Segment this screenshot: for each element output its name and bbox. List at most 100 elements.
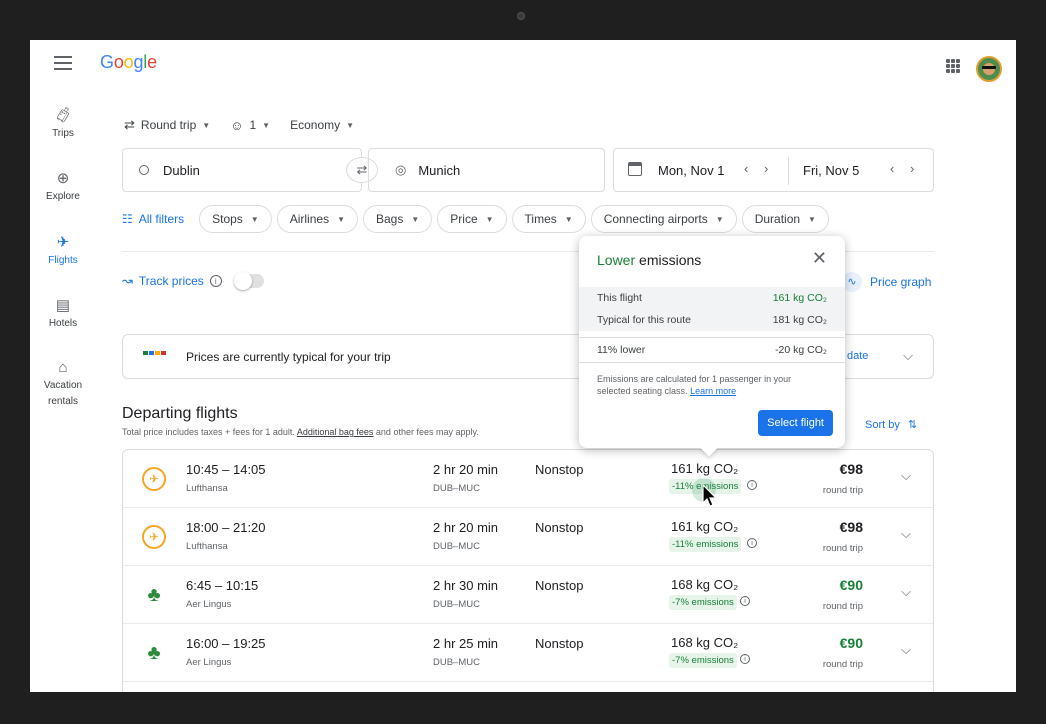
caret-down-icon: ▼ xyxy=(564,214,573,224)
nav-flights[interactable]: ✈ Flights xyxy=(30,233,96,266)
airplane-icon: ✈ xyxy=(56,234,70,251)
flight-stops: Nonstop xyxy=(535,636,584,651)
trip-type-select[interactable]: ⇄ Round trip ▼ xyxy=(124,117,210,133)
nav-label: Explore xyxy=(46,191,80,202)
swap-arrows-icon: ⇄ xyxy=(124,117,135,132)
trip-options: ⇄ Round trip ▼ ☺ 1 ▼ Economy ▼ xyxy=(124,117,368,133)
popup-title-rest: emissions xyxy=(635,252,702,268)
airline-name: Lufthansa xyxy=(186,541,228,552)
all-filters-button[interactable]: ☷ All filters xyxy=(122,212,184,226)
chevron-down-icon[interactable]: ⌵ xyxy=(901,526,911,542)
filter-chip-stops[interactable]: Stops ▼ xyxy=(199,205,272,233)
filter-chip-times[interactable]: Times ▼ xyxy=(511,205,586,233)
popup-row-value: -20 kg CO₂ xyxy=(775,344,827,356)
avatar[interactable] xyxy=(976,56,1002,82)
chip-label: Price xyxy=(450,212,478,226)
flight-price: €98 xyxy=(839,461,863,477)
popup-row-label: 11% lower xyxy=(597,344,646,356)
caret-down-icon: ▼ xyxy=(808,214,816,224)
learn-more-link[interactable]: Learn more xyxy=(690,386,736,396)
caret-down-icon: ▼ xyxy=(485,214,494,224)
info-icon[interactable]: i xyxy=(740,596,750,606)
filter-chip-airlines[interactable]: Airlines ▼ xyxy=(276,205,358,233)
flight-row[interactable]: ✈ 18:00 – 21:20 Lufthansa 2 hr 20 min DU… xyxy=(123,508,933,566)
sort-by-label: Sort by xyxy=(865,418,900,431)
destination-field[interactable]: ◎ Munich xyxy=(368,148,605,192)
cabin-value: Economy xyxy=(290,118,341,132)
filter-chip-price[interactable]: Price ▼ xyxy=(437,205,507,233)
location-pin-icon: ◎ xyxy=(395,162,407,177)
chevron-down-icon[interactable]: ⌵ xyxy=(901,642,911,658)
sort-by-button[interactable]: Sort by ⇅ xyxy=(865,418,917,432)
track-prices-toggle[interactable] xyxy=(233,272,264,290)
nav-label: Hotels xyxy=(48,318,78,329)
trip-type-value: Round trip xyxy=(140,118,197,132)
trend-line-icon: ↝ xyxy=(122,273,133,288)
info-icon[interactable]: i xyxy=(747,538,757,548)
flight-row[interactable]: ♣ 6:45 – 10:15 Aer Lingus 2 hr 30 min DU… xyxy=(123,566,933,624)
chevron-right-icon[interactable]: › xyxy=(910,161,914,176)
depart-date-value: Mon, Nov 1 xyxy=(658,163,725,178)
caret-down-icon: ▼ xyxy=(250,214,259,224)
popup-title: Lower emissions xyxy=(597,252,701,268)
filter-chip-bags[interactable]: Bags ▼ xyxy=(363,205,433,233)
close-icon[interactable]: ✕ xyxy=(812,248,827,269)
emissions-badge[interactable]: -7% emissions xyxy=(669,653,737,668)
airline-name: Lufthansa xyxy=(186,483,228,494)
price-level-icon xyxy=(143,351,166,355)
caret-down-icon: ▼ xyxy=(346,120,355,130)
chevron-left-icon[interactable]: ‹ xyxy=(890,161,894,176)
nav-trips[interactable]: 🧳︎ Trips xyxy=(30,106,96,139)
return-date-value: Fri, Nov 5 xyxy=(803,163,860,178)
airline-name: Aer Lingus xyxy=(186,657,232,668)
select-flight-button[interactable]: Select flight xyxy=(758,410,833,436)
flight-row[interactable]: ✈ 10:45 – 14:05 Lufthansa 2 hr 20 min DU… xyxy=(123,450,933,508)
chevron-down-icon[interactable]: ⌵ xyxy=(903,348,913,364)
filter-chip-duration[interactable]: Duration ▼ xyxy=(741,205,829,233)
passengers-value: 1 xyxy=(249,118,257,132)
graph-icon: ∿ xyxy=(842,272,862,292)
popup-row-label: This flight xyxy=(597,292,642,304)
menu-icon[interactable] xyxy=(54,56,72,70)
chevron-right-icon[interactable]: › xyxy=(764,161,768,176)
flight-duration: 2 hr 20 min xyxy=(433,520,499,535)
flight-duration: 2 hr 20 min xyxy=(433,462,499,477)
co2-value: 161 kg CO₂ xyxy=(671,519,739,534)
price-graph-button[interactable]: ∿ Price graph xyxy=(842,272,931,292)
filter-chip-connecting-airports[interactable]: Connecting airports ▼ xyxy=(590,205,737,233)
caret-down-icon: ▼ xyxy=(202,120,211,130)
price-insight-link[interactable]: date xyxy=(847,350,868,362)
popup-title-highlight: Lower xyxy=(597,252,636,268)
bed-icon: ▤ xyxy=(55,297,71,314)
flight-row[interactable]: ♣ 16:00 – 19:25 Aer Lingus 2 hr 25 min D… xyxy=(123,624,933,682)
origin-field[interactable]: Dublin xyxy=(122,148,362,192)
emissions-badge[interactable]: -11% emissions xyxy=(669,537,742,552)
co2-value: 168 kg CO₂ xyxy=(671,577,739,592)
mouse-cursor-icon xyxy=(702,484,718,507)
nav-label: Trips xyxy=(52,128,74,139)
price-insight-text: Prices are currently typical for your tr… xyxy=(186,350,391,364)
track-prices-label: Track prices xyxy=(138,274,204,288)
origin-value: Dublin xyxy=(163,162,200,178)
popup-row-this-flight: This flight 161 kg CO₂ xyxy=(579,287,845,309)
price-note: round trip xyxy=(822,543,863,554)
luggage-icon: 🧳︎ xyxy=(53,107,73,124)
bag-fees-link[interactable]: Additional bag fees xyxy=(297,427,374,437)
chevron-down-icon[interactable]: ⌵ xyxy=(901,584,911,600)
google-logo[interactable]: Google xyxy=(100,52,157,73)
nav-vacation-rentals[interactable]: ⌂ Vacation rentals xyxy=(30,360,96,410)
apps-grid-icon[interactable] xyxy=(946,59,960,73)
nav-hotels[interactable]: ▤ Hotels xyxy=(30,296,96,329)
info-icon[interactable]: i xyxy=(747,480,757,490)
info-icon[interactable]: i xyxy=(209,275,222,287)
emissions-badge[interactable]: -7% emissions xyxy=(669,595,737,610)
cabin-select[interactable]: Economy ▼ xyxy=(290,118,354,132)
dates-field[interactable]: Mon, Nov 1 ‹ › Fri, Nov 5 ‹ › xyxy=(613,148,934,192)
nav-explore[interactable]: ⊕ Explore xyxy=(30,169,96,202)
chevron-down-icon[interactable]: ⌵ xyxy=(901,468,911,484)
info-icon[interactable]: i xyxy=(740,654,750,664)
aer-lingus-shamrock-icon: ♣ xyxy=(147,641,161,664)
popup-row-value: 181 kg CO₂ xyxy=(772,314,827,326)
chevron-left-icon[interactable]: ‹ xyxy=(744,161,748,176)
passengers-select[interactable]: ☺ 1 ▼ xyxy=(230,118,270,133)
